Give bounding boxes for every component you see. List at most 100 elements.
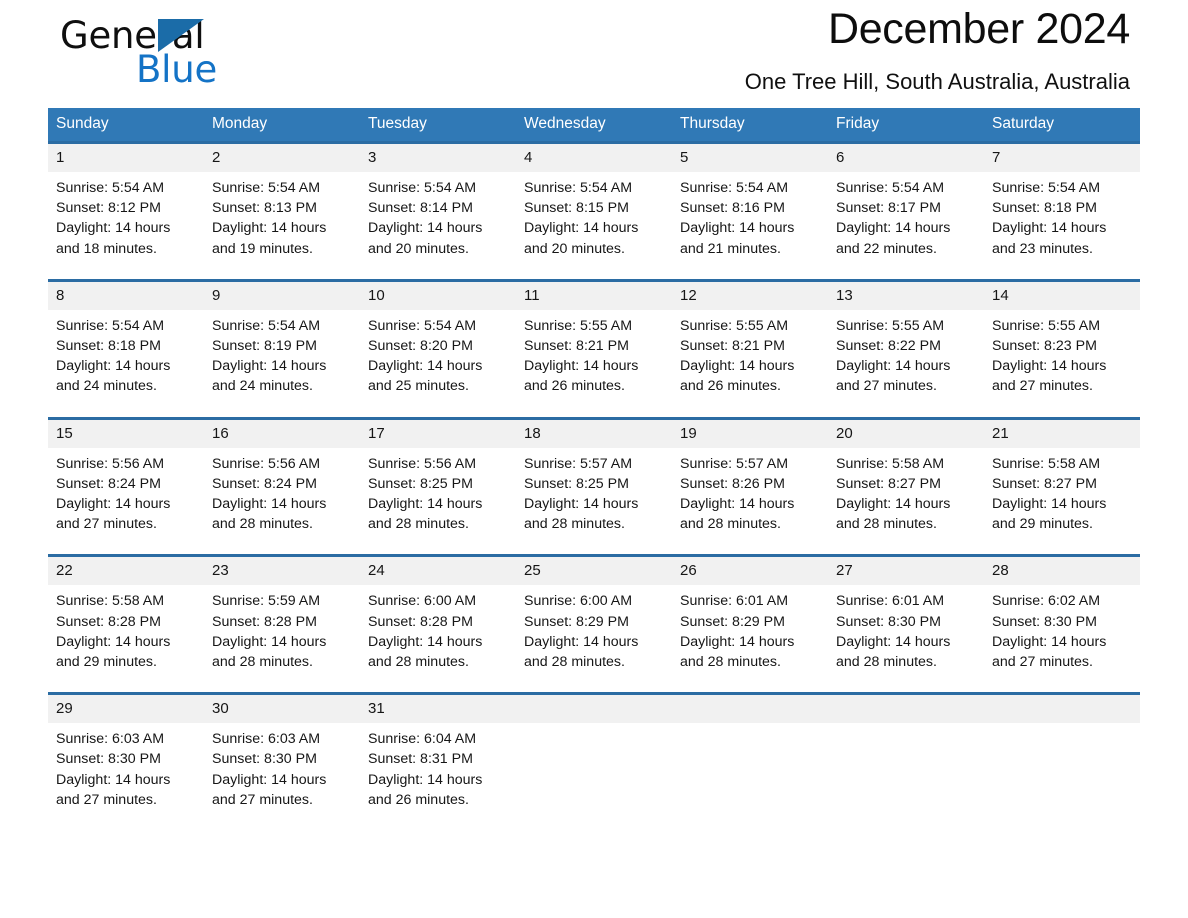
daylight-text: Daylight: 14 hours and 19 minutes. [212, 220, 327, 257]
calendar-day-cell[interactable]: 27 Sunrise: 6:01 AM Sunset: 8:30 PM Dayligh… [828, 554, 984, 694]
weekday-header-friday: Friday [828, 108, 984, 143]
day-details: Sunrise: 5:56 AM Sunset: 8:24 PM Daylight:… [204, 448, 360, 555]
day-details: Sunrise: 6:00 AM Sunset: 8:28 PM Daylight:… [360, 585, 516, 692]
day-details: Sunrise: 5:56 AM Sunset: 8:24 PM Daylight:… [48, 448, 204, 555]
day-details: Sunrise: 5:54 AM Sunset: 8:20 PM Daylight:… [360, 310, 516, 417]
sunrise-text: Sunrise: 6:03 AM [56, 731, 165, 748]
sunrise-text: Sunrise: 5:56 AM [368, 455, 477, 472]
brand-logo[interactable]: General Blue [60, 14, 360, 100]
sunrise-text: Sunrise: 5:59 AM [212, 593, 321, 610]
day-details: Sunrise: 5:54 AM Sunset: 8:13 PM Daylight:… [204, 172, 360, 279]
sunset-text: Sunset: 8:30 PM [836, 613, 941, 630]
day-number: 20 [828, 419, 984, 448]
day-number: 16 [204, 419, 360, 448]
calendar-day-cell[interactable]: 7 Sunrise: 5:54 AM Sunset: 8:18 PM Daylight… [984, 141, 1140, 281]
sunset-text: Sunset: 8:24 PM [212, 475, 317, 492]
sunset-text: Sunset: 8:19 PM [212, 338, 317, 355]
day-number: 11 [516, 281, 672, 310]
calendar-page: General Blue December 2024 One Tree Hill… [0, 0, 1188, 918]
calendar-day-cell[interactable]: 3 Sunrise: 5:54 AM Sunset: 8:14 PM Daylight… [360, 141, 516, 281]
calendar-body: 1 Sunrise: 5:54 AM Sunset: 8:12 PM Daylight… [48, 141, 1140, 831]
sunset-text: Sunset: 8:28 PM [368, 613, 473, 630]
daylight-text: Daylight: 14 hours and 24 minutes. [212, 358, 327, 395]
calendar-day-cell[interactable]: 2 Sunrise: 5:54 AM Sunset: 8:13 PM Daylight… [204, 141, 360, 281]
calendar-day-cell[interactable]: 24 Sunrise: 6:00 AM Sunset: 8:28 PM Dayligh… [360, 554, 516, 694]
sunset-text: Sunset: 8:21 PM [524, 338, 629, 355]
calendar-day-cell[interactable]: 4 Sunrise: 5:54 AM Sunset: 8:15 PM Daylight… [516, 141, 672, 281]
calendar-day-cell[interactable]: 29 Sunrise: 6:03 AM Sunset: 8:30 PM Dayligh… [48, 692, 204, 831]
calendar-day-cell[interactable]: 20 Sunrise: 5:58 AM Sunset: 8:27 PM Dayligh… [828, 416, 984, 556]
sunset-text: Sunset: 8:18 PM [992, 200, 1097, 217]
sunrise-text: Sunrise: 6:01 AM [680, 593, 789, 610]
daylight-text: Daylight: 14 hours and 18 minutes. [56, 220, 171, 257]
sunrise-text: Sunrise: 5:56 AM [56, 455, 165, 472]
calendar-day-cell[interactable]: 6 Sunrise: 5:54 AM Sunset: 8:17 PM Daylight… [828, 141, 984, 281]
calendar-day-cell[interactable]: 10 Sunrise: 5:54 AM Sunset: 8:20 PM Dayligh… [360, 278, 516, 419]
calendar-day-cell[interactable]: 9 Sunrise: 5:54 AM Sunset: 8:19 PM Daylight… [204, 278, 360, 419]
calendar-day-cell[interactable]: 21 Sunrise: 5:58 AM Sunset: 8:27 PM Dayligh… [984, 416, 1140, 556]
day-details: Sunrise: 5:54 AM Sunset: 8:19 PM Daylight:… [204, 310, 360, 417]
sunrise-text: Sunrise: 5:54 AM [680, 180, 789, 196]
calendar-day-cell[interactable]: 15 Sunrise: 5:56 AM Sunset: 8:24 PM Dayligh… [48, 416, 204, 556]
calendar-day-cell[interactable]: 17 Sunrise: 5:56 AM Sunset: 8:25 PM Dayligh… [360, 416, 516, 556]
daylight-text: Daylight: 14 hours and 28 minutes. [836, 496, 951, 533]
day-details: Sunrise: 6:01 AM Sunset: 8:29 PM Daylight:… [672, 585, 828, 692]
day-number: 4 [516, 144, 672, 172]
calendar-day-cell[interactable]: 31 Sunrise: 6:04 AM Sunset: 8:31 PM Dayligh… [360, 692, 516, 831]
calendar-week-row: 8 Sunrise: 5:54 AM Sunset: 8:18 PM Daylight… [48, 278, 1140, 419]
calendar-week-row: 29 Sunrise: 6:03 AM Sunset: 8:30 PM Dayligh… [48, 692, 1140, 831]
calendar-day-cell[interactable]: 13 Sunrise: 5:55 AM Sunset: 8:22 PM Dayligh… [828, 278, 984, 419]
calendar-day-cell[interactable]: 19 Sunrise: 5:57 AM Sunset: 8:26 PM Dayligh… [672, 416, 828, 556]
day-details: Sunrise: 5:58 AM Sunset: 8:27 PM Daylight:… [984, 448, 1140, 555]
page-subtitle: One Tree Hill, South Australia, Australi… [744, 69, 1130, 95]
sunrise-text: Sunrise: 5:58 AM [992, 455, 1101, 472]
daylight-text: Daylight: 14 hours and 29 minutes. [56, 633, 171, 671]
calendar-day-cell[interactable]: 8 Sunrise: 5:54 AM Sunset: 8:18 PM Daylight… [48, 278, 204, 419]
daylight-text: Daylight: 14 hours and 28 minutes. [212, 633, 327, 671]
day-number: 17 [360, 419, 516, 448]
calendar-day-cell[interactable]: 11 Sunrise: 5:55 AM Sunset: 8:21 PM Dayligh… [516, 278, 672, 419]
calendar-day-cell[interactable]: 25 Sunrise: 6:00 AM Sunset: 8:29 PM Dayligh… [516, 554, 672, 694]
sunrise-text: Sunrise: 5:55 AM [992, 317, 1101, 334]
sunset-text: Sunset: 8:20 PM [368, 338, 473, 355]
day-number: 30 [204, 695, 360, 724]
sunset-text: Sunset: 8:16 PM [680, 200, 785, 217]
calendar-day-cell[interactable]: 28 Sunrise: 6:02 AM Sunset: 8:30 PM Dayligh… [984, 554, 1140, 694]
daylight-text: Daylight: 14 hours and 21 minutes. [680, 220, 795, 257]
page-header: General Blue December 2024 One Tree Hill… [48, 0, 1140, 108]
sunrise-text: Sunrise: 5:57 AM [524, 455, 633, 472]
day-number: 26 [672, 557, 828, 586]
calendar-day-cell[interactable]: 1 Sunrise: 5:54 AM Sunset: 8:12 PM Daylight… [48, 141, 204, 281]
day-number: 9 [204, 281, 360, 310]
sunset-text: Sunset: 8:13 PM [212, 200, 317, 217]
day-details: Sunrise: 6:03 AM Sunset: 8:30 PM Daylight:… [48, 723, 204, 830]
sunset-text: Sunset: 8:29 PM [524, 613, 629, 630]
calendar-day-cell[interactable]: 30 Sunrise: 6:03 AM Sunset: 8:30 PM Dayligh… [204, 692, 360, 831]
calendar-day-cell[interactable]: 26 Sunrise: 6:01 AM Sunset: 8:29 PM Dayligh… [672, 554, 828, 694]
calendar-week-row: 1 Sunrise: 5:54 AM Sunset: 8:12 PM Daylight… [48, 141, 1140, 281]
day-details: Sunrise: 5:54 AM Sunset: 8:15 PM Daylight:… [516, 172, 672, 279]
sunrise-text: Sunrise: 5:58 AM [56, 593, 165, 610]
daylight-text: Daylight: 14 hours and 28 minutes. [524, 496, 639, 533]
daylight-text: Daylight: 14 hours and 20 minutes. [524, 220, 639, 257]
daylight-text: Daylight: 14 hours and 27 minutes. [56, 771, 171, 808]
day-number [984, 695, 1140, 724]
sunrise-text: Sunrise: 5:54 AM [836, 180, 945, 196]
calendar-day-cell[interactable]: 5 Sunrise: 5:54 AM Sunset: 8:16 PM Daylight… [672, 141, 828, 281]
day-details: Sunrise: 5:54 AM Sunset: 8:18 PM Daylight:… [984, 172, 1140, 279]
calendar-day-cell[interactable]: 23 Sunrise: 5:59 AM Sunset: 8:28 PM Dayligh… [204, 554, 360, 694]
sunset-text: Sunset: 8:23 PM [992, 338, 1097, 355]
sunset-text: Sunset: 8:17 PM [836, 200, 941, 217]
day-number: 5 [672, 144, 828, 172]
calendar-day-cell[interactable]: 14 Sunrise: 5:55 AM Sunset: 8:23 PM Dayligh… [984, 278, 1140, 419]
calendar-day-cell[interactable]: 16 Sunrise: 5:56 AM Sunset: 8:24 PM Dayligh… [204, 416, 360, 556]
calendar-day-cell[interactable]: 22 Sunrise: 5:58 AM Sunset: 8:28 PM Dayligh… [48, 554, 204, 694]
daylight-text: Daylight: 14 hours and 27 minutes. [992, 358, 1107, 395]
sunset-text: Sunset: 8:25 PM [368, 475, 473, 492]
sunrise-text: Sunrise: 6:01 AM [836, 593, 945, 610]
daylight-text: Daylight: 14 hours and 28 minutes. [680, 633, 795, 671]
calendar-day-cell[interactable]: 18 Sunrise: 5:57 AM Sunset: 8:25 PM Dayligh… [516, 416, 672, 556]
day-number: 10 [360, 281, 516, 310]
day-details: Sunrise: 5:54 AM Sunset: 8:18 PM Daylight:… [48, 310, 204, 417]
calendar-day-cell[interactable]: 12 Sunrise: 5:55 AM Sunset: 8:21 PM Dayligh… [672, 278, 828, 419]
